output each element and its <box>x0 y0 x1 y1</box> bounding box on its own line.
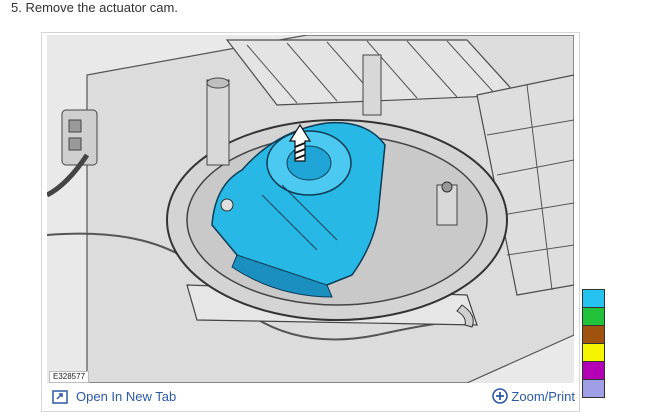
color-key-swatch-green <box>583 308 604 326</box>
zoom-print-link[interactable]: Zoom/Print <box>492 388 575 404</box>
color-key-swatch-magenta <box>583 362 604 380</box>
color-key-swatch-brown <box>583 326 604 344</box>
illustration: E328577 <box>47 35 574 383</box>
circle-plus-icon <box>492 388 509 404</box>
open-in-new-tab-link[interactable]: Open In New Tab <box>52 389 176 404</box>
open-in-new-tab-label: Open In New Tab <box>76 389 177 404</box>
open-in-new-tab-icon <box>52 389 68 404</box>
color-key-swatch-cyan <box>583 290 604 308</box>
figure-id-label: E328577 <box>49 371 90 383</box>
color-key-swatch-yellow <box>583 344 604 362</box>
zoom-print-label: Zoom/Print <box>511 388 575 404</box>
color-key <box>582 289 605 398</box>
figure-toolbar: Open In New Tab Zoom/Print <box>42 384 579 411</box>
figure-frame: E328577 Open In New Tab Zoom/Print <box>41 32 580 412</box>
housing-illustration <box>47 35 574 383</box>
color-key-swatch-lavender <box>583 380 604 397</box>
step-instruction: 5. Remove the actuator cam. <box>11 0 178 15</box>
